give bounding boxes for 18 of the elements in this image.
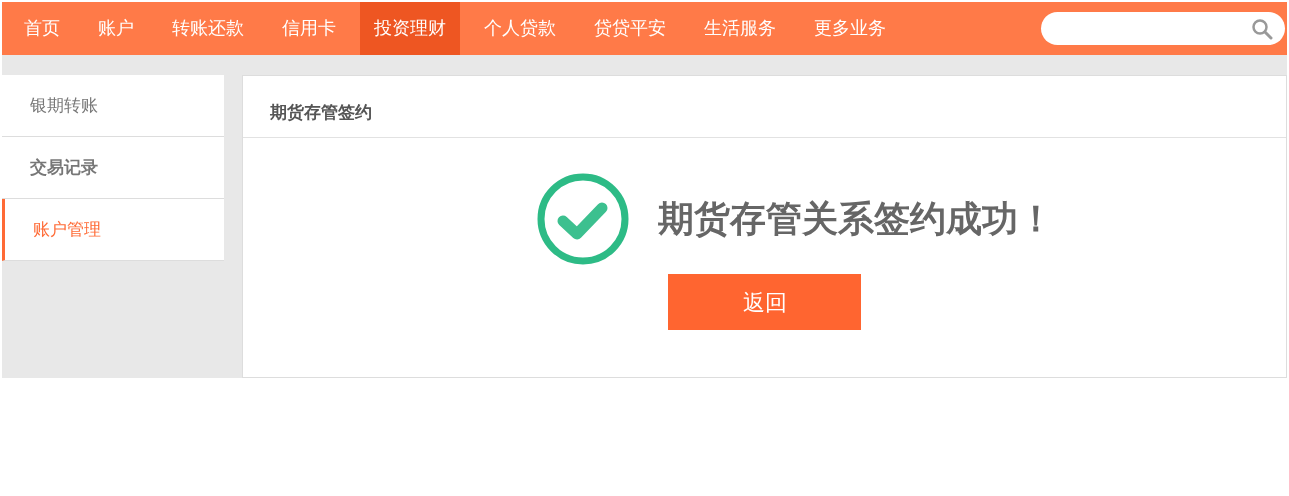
nav-tab[interactable]: 首页 [10,2,74,55]
sidebar-item[interactable]: 账户管理 [2,199,224,261]
search-icon[interactable] [1251,17,1273,40]
nav-tab[interactable]: 账户 [84,2,148,55]
back-button[interactable]: 返回 [668,274,861,330]
nav-tab[interactable]: 更多业务 [800,2,900,55]
sidebar-item[interactable]: 交易记录 [2,137,224,199]
panel-title: 期货存管签约 [270,101,372,124]
nav-tab[interactable]: 信用卡 [268,2,350,55]
nav-tab[interactable]: 个人贷款 [470,2,570,55]
nav-tab[interactable]: 投资理财 [360,2,460,55]
check-circle-icon [535,172,630,266]
sidebar-item[interactable]: 银期转账 [2,75,224,137]
nav-tab[interactable]: 转账还款 [158,2,258,55]
nav-tab[interactable]: 贷贷平安 [580,2,680,55]
nav-tab[interactable]: 生活服务 [690,2,790,55]
success-message: 期货存管关系签约成功！ [657,197,1054,241]
search-field[interactable] [1041,12,1285,45]
